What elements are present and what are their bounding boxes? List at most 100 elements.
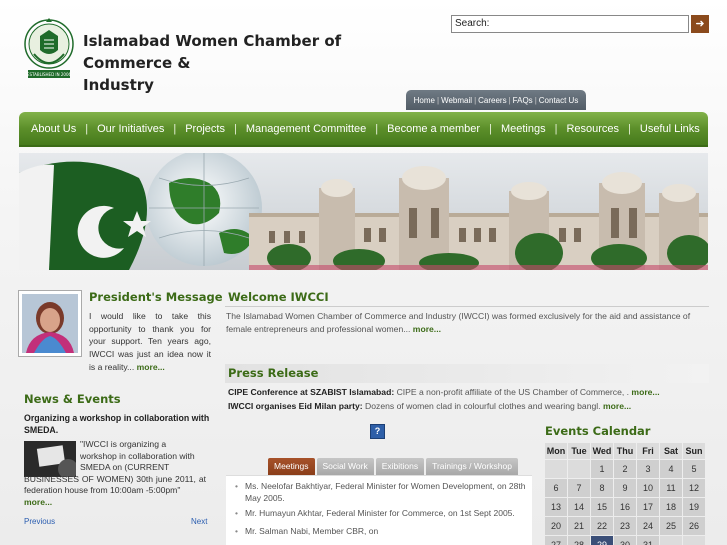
calendar-day[interactable]: 7 xyxy=(568,479,590,497)
calendar-day[interactable]: 25 xyxy=(660,517,682,535)
help-icon[interactable]: ? xyxy=(370,424,385,439)
calendar-day[interactable]: 18 xyxy=(660,498,682,516)
calendar-week-row: 27 28 29 30 31 xyxy=(545,536,705,545)
svg-text:ESTABLISHED IN 2006: ESTABLISHED IN 2006 xyxy=(27,72,72,77)
calendar-empty-cell xyxy=(568,460,590,478)
activity-tabs: Meetings Social Work Exibitions Training… xyxy=(268,458,518,475)
calendar-day[interactable]: 31 xyxy=(637,536,659,545)
nav-projects[interactable]: Projects xyxy=(185,123,225,135)
tab-exibitions[interactable]: Exibitions xyxy=(375,458,425,475)
calendar-day[interactable]: 23 xyxy=(614,517,636,535)
weekday-header: Sun xyxy=(683,443,705,459)
separator: | xyxy=(554,122,558,135)
weekday-header: Wed xyxy=(591,443,613,459)
tab-social-work[interactable]: Social Work xyxy=(316,458,374,475)
calendar-day[interactable]: 5 xyxy=(683,460,705,478)
calendar-day[interactable]: 14 xyxy=(568,498,590,516)
president-more-link[interactable]: more... xyxy=(137,362,165,372)
separator: | xyxy=(628,122,631,135)
calendar-day[interactable]: 10 xyxy=(637,479,659,497)
main-nav: About Us | Our Initiatives | Projects | … xyxy=(19,112,708,145)
calendar-day[interactable]: 12 xyxy=(683,479,705,497)
meeting-item: Mr. Humayun Akhtar, Federal Minister for… xyxy=(235,507,530,519)
nav-management-committee[interactable]: Management Committee xyxy=(246,123,366,135)
welcome-title: Welcome IWCCI xyxy=(228,290,329,304)
calendar-day[interactable]: 16 xyxy=(614,498,636,516)
nav-about-us[interactable]: About Us xyxy=(31,123,76,135)
calendar-empty-cell xyxy=(545,460,567,478)
calendar-day[interactable]: 28 xyxy=(568,536,590,545)
calendar-day[interactable]: 15 xyxy=(591,498,613,516)
press-more-link[interactable]: more... xyxy=(603,401,631,411)
calendar-day[interactable]: 8 xyxy=(591,479,613,497)
top-link-webmail[interactable]: Webmail xyxy=(441,96,472,105)
calendar-day[interactable]: 20 xyxy=(545,517,567,535)
search-label: Search: xyxy=(455,18,490,29)
nav-resources[interactable]: Resources xyxy=(566,123,619,135)
welcome-body: The Islamabad Women Chamber of Commerce … xyxy=(226,311,691,334)
divider xyxy=(225,306,709,307)
news-events-title: News & Events xyxy=(24,392,121,406)
top-links-bar: Home | Webmail | Careers | FAQs | Contac… xyxy=(406,90,586,110)
separator: | xyxy=(85,122,89,135)
top-link-home[interactable]: Home xyxy=(414,96,435,105)
calendar-day[interactable]: 2 xyxy=(614,460,636,478)
calendar-day[interactable]: 22 xyxy=(591,517,613,535)
calendar-day[interactable]: 24 xyxy=(637,517,659,535)
tab-meetings[interactable]: Meetings xyxy=(268,458,315,475)
calendar-day[interactable]: 29 xyxy=(591,536,613,545)
press-item-title: IWCCI organises Eid Milan party: xyxy=(228,401,363,411)
weekday-header: Thu xyxy=(614,443,636,459)
calendar-day[interactable]: 30 xyxy=(614,536,636,545)
calendar-week-row: 13 14 15 16 17 18 19 xyxy=(545,498,705,516)
separator: | xyxy=(489,122,492,135)
site-title-line2: Industry xyxy=(83,76,154,94)
news-body-line: "IWCCI is organizing a xyxy=(80,439,167,449)
top-link-contact[interactable]: Contact Us xyxy=(539,96,579,105)
site-title-line1: Islamabad Women Chamber of Commerce & xyxy=(83,32,342,72)
top-link-faqs[interactable]: FAQs xyxy=(513,96,533,105)
news-previous-link[interactable]: Previous xyxy=(24,517,55,526)
news-body: "IWCCI is organizing a workshop in colla… xyxy=(24,439,206,508)
calendar-day[interactable]: 26 xyxy=(683,517,705,535)
search-go-button[interactable]: ➜ xyxy=(691,15,709,33)
president-message-title: President's Message xyxy=(89,290,223,304)
calendar-day[interactable]: 1 xyxy=(591,460,613,478)
calendar-day[interactable]: 3 xyxy=(637,460,659,478)
calendar-day[interactable]: 17 xyxy=(637,498,659,516)
arrow-right-icon: ➜ xyxy=(695,18,705,30)
press-more-link[interactable]: more... xyxy=(631,387,659,397)
news-more-link[interactable]: more... xyxy=(24,497,52,507)
nav-useful-links[interactable]: Useful Links xyxy=(640,123,700,135)
press-item-text: Dozens of women clad in colourful clothe… xyxy=(362,401,601,411)
calendar-day[interactable]: 11 xyxy=(660,479,682,497)
calendar-day[interactable]: 13 xyxy=(545,498,567,516)
welcome-text: The Islamabad Women Chamber of Commerce … xyxy=(226,310,710,335)
press-release-title: Press Release xyxy=(228,366,319,380)
press-item: IWCCI organises Eid Milan party: Dozens … xyxy=(228,401,710,411)
news-body-rest: BUSINESSES OF WOMEN) 30th june 2011, at … xyxy=(24,473,206,496)
iwcci-logo[interactable]: ESTABLISHED IN 2006 xyxy=(20,14,78,80)
press-item-title: CIPE Conference at SZABIST Islamabad: xyxy=(228,387,395,397)
tab-trainings-workshop[interactable]: Trainings / Workshop xyxy=(426,458,518,475)
calendar-empty-cell xyxy=(660,536,682,545)
news-body-line: SMEDA on (CURRENT xyxy=(80,462,170,472)
nav-become-member[interactable]: Become a member xyxy=(387,123,480,135)
search-input[interactable] xyxy=(500,16,686,32)
nav-our-initiatives[interactable]: Our Initiatives xyxy=(97,123,164,135)
calendar-day[interactable]: 6 xyxy=(545,479,567,497)
meeting-item: Ms. Neelofar Bakhtiyar, Federal Minister… xyxy=(235,480,530,504)
calendar-day[interactable]: 27 xyxy=(545,536,567,545)
top-link-careers[interactable]: Careers xyxy=(478,96,506,105)
calendar-day[interactable]: 19 xyxy=(683,498,705,516)
president-message-text: I would like to take this opportunity to… xyxy=(89,310,211,374)
events-calendar-title: Events Calendar xyxy=(545,424,651,438)
calendar-day[interactable]: 9 xyxy=(614,479,636,497)
news-body-line: workshop in collaboration with xyxy=(80,450,195,461)
weekday-header: Sat xyxy=(660,443,682,459)
calendar-day[interactable]: 21 xyxy=(568,517,590,535)
calendar-day[interactable]: 4 xyxy=(660,460,682,478)
nav-meetings[interactable]: Meetings xyxy=(501,123,546,135)
news-next-link[interactable]: Next xyxy=(191,517,207,526)
welcome-more-link[interactable]: more... xyxy=(413,324,441,334)
